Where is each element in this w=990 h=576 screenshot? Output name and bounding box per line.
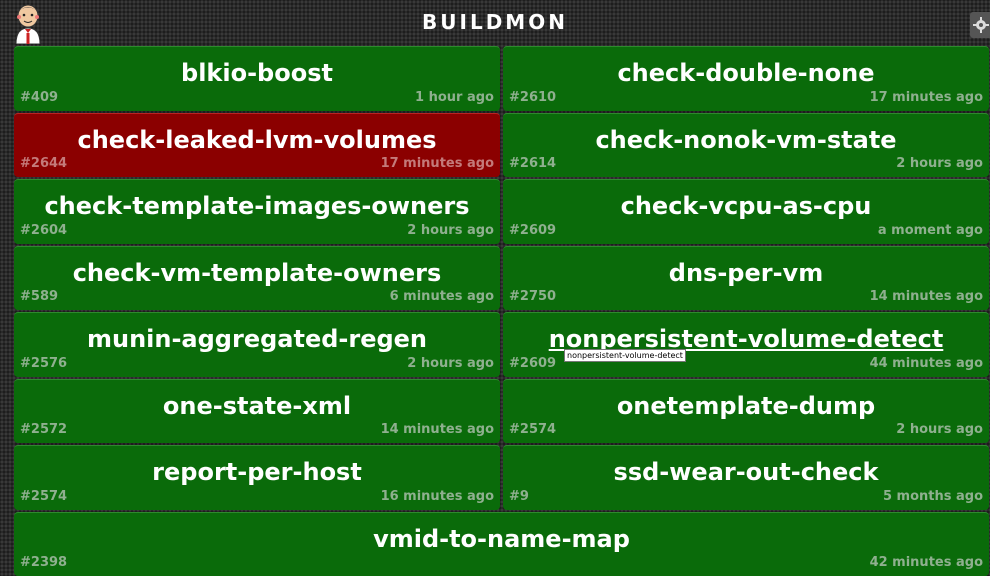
job-tile[interactable]: check-nonok-vm-state #2614 2 hours ago [503, 113, 989, 178]
job-tile[interactable]: check-template-images-owners #2604 2 hou… [14, 179, 500, 244]
build-number: #2614 [509, 156, 556, 171]
job-name[interactable]: check-double-none [503, 59, 989, 87]
job-name[interactable]: check-leaked-lvm-volumes [14, 126, 500, 154]
job-name[interactable]: ssd-wear-out-check [503, 458, 989, 486]
build-number: #2609 [509, 223, 556, 238]
job-tile[interactable]: blkio-boost #409 1 hour ago [14, 46, 500, 111]
job-name[interactable]: vmid-to-name-map [14, 525, 989, 553]
build-number: #2644 [20, 156, 67, 171]
build-number: #2609 [509, 356, 556, 371]
build-number: #2610 [509, 90, 556, 105]
last-build-time: 17 minutes ago [870, 90, 983, 105]
build-number: #2398 [20, 555, 67, 570]
build-number: #9 [509, 489, 529, 504]
job-tile[interactable]: check-vcpu-as-cpu #2609 a moment ago [503, 179, 989, 244]
tooltip: nonpersistent-volume-detect [564, 349, 686, 362]
job-tile[interactable]: vmid-to-name-map #2398 42 minutes ago [14, 512, 989, 576]
last-build-time: 14 minutes ago [870, 289, 983, 304]
last-build-time: 2 hours ago [896, 422, 983, 437]
header-bar: BUILDMON [0, 0, 990, 44]
job-tile[interactable]: check-vm-template-owners #589 6 minutes … [14, 246, 500, 311]
job-tile[interactable]: check-double-none #2610 17 minutes ago [503, 46, 989, 111]
job-tile[interactable]: one-state-xml #2572 14 minutes ago [14, 379, 500, 444]
job-name[interactable]: onetemplate-dump [503, 392, 989, 420]
last-build-time: 14 minutes ago [381, 422, 494, 437]
job-name[interactable]: munin-aggregated-regen [14, 325, 500, 353]
last-build-time: 17 minutes ago [381, 156, 494, 171]
last-build-time: 6 minutes ago [390, 289, 494, 304]
build-number: #2750 [509, 289, 556, 304]
build-number: #589 [20, 289, 58, 304]
job-tile[interactable]: nonpersistent-volume-detect #2609 44 min… [503, 312, 989, 377]
job-grid: blkio-boost #409 1 hour ago check-double… [12, 44, 990, 576]
job-tile[interactable]: munin-aggregated-regen #2576 2 hours ago [14, 312, 500, 377]
build-number: #2572 [20, 422, 67, 437]
job-tile[interactable]: dns-per-vm #2750 14 minutes ago [503, 246, 989, 311]
build-number: #2574 [20, 489, 67, 504]
job-name[interactable]: one-state-xml [14, 392, 500, 420]
last-build-time: 16 minutes ago [381, 489, 494, 504]
job-tile[interactable]: onetemplate-dump #2574 2 hours ago [503, 379, 989, 444]
last-build-time: 2 hours ago [407, 356, 494, 371]
page-title: BUILDMON [0, 10, 990, 34]
job-name[interactable]: check-vm-template-owners [14, 259, 500, 287]
gear-icon[interactable] [970, 12, 990, 38]
build-number: #2576 [20, 356, 67, 371]
job-tile[interactable]: check-leaked-lvm-volumes #2644 17 minute… [14, 113, 500, 178]
last-build-time: 2 hours ago [896, 156, 983, 171]
last-build-time: 1 hour ago [415, 90, 494, 105]
job-name[interactable]: check-nonok-vm-state [503, 126, 989, 154]
build-number: #409 [20, 90, 58, 105]
last-build-time: 5 months ago [883, 489, 983, 504]
build-number: #2574 [509, 422, 556, 437]
last-build-time: 42 minutes ago [870, 555, 983, 570]
job-name[interactable]: check-template-images-owners [14, 192, 500, 220]
job-tile[interactable]: ssd-wear-out-check #9 5 months ago [503, 445, 989, 510]
last-build-time: a moment ago [878, 223, 983, 238]
job-tile[interactable]: report-per-host #2574 16 minutes ago [14, 445, 500, 510]
last-build-time: 44 minutes ago [870, 356, 983, 371]
last-build-time: 2 hours ago [407, 223, 494, 238]
job-name[interactable]: check-vcpu-as-cpu [503, 192, 989, 220]
job-name[interactable]: blkio-boost [14, 59, 500, 87]
job-name[interactable]: dns-per-vm [503, 259, 989, 287]
job-name[interactable]: report-per-host [14, 458, 500, 486]
build-number: #2604 [20, 223, 67, 238]
